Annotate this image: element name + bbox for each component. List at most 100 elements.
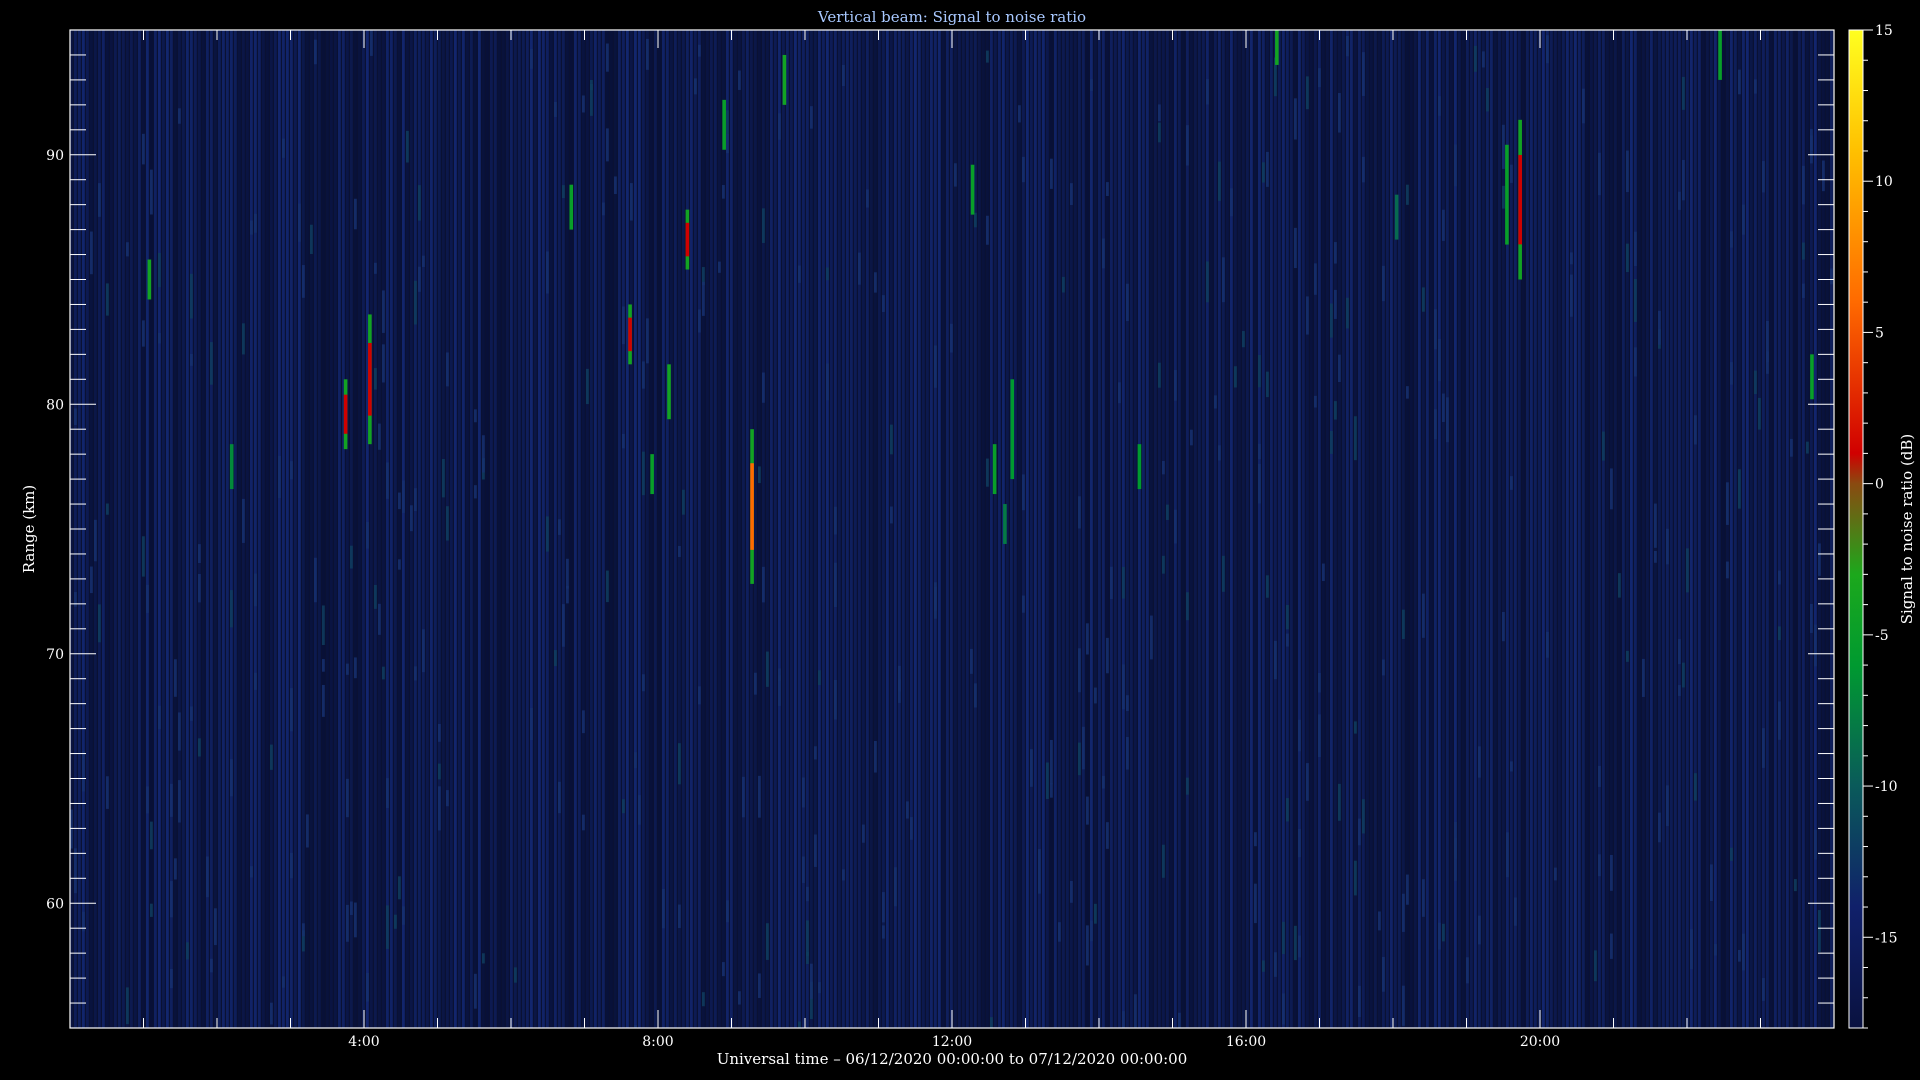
- noise-speckle: [1626, 150, 1629, 193]
- noise-speckle: [1362, 799, 1365, 834]
- noise-speckle: [890, 424, 893, 455]
- noise-speckle: [1814, 829, 1817, 860]
- noise-speckle: [198, 574, 201, 603]
- noise-column: [1442, 30, 1445, 1028]
- noise-column: [214, 30, 217, 1028]
- noise-speckle: [170, 881, 173, 918]
- noise-speckle: [986, 458, 989, 487]
- noise-speckle: [1222, 555, 1225, 592]
- noise-speckle: [1330, 303, 1333, 338]
- echo-segment: [1518, 119, 1522, 280]
- noise-column: [1170, 30, 1173, 1028]
- noise-column: [1142, 30, 1145, 1028]
- echo-segment: [1394, 194, 1399, 240]
- noise-speckle: [1282, 921, 1285, 955]
- noise-column: [870, 30, 873, 1028]
- noise-speckle: [402, 906, 405, 925]
- noise-speckle: [1354, 416, 1357, 461]
- noise-speckle: [278, 455, 281, 499]
- noise-column: [274, 30, 277, 1028]
- noise-speckle: [1642, 658, 1645, 697]
- noise-speckle: [1298, 935, 1301, 958]
- noise-column: [998, 30, 1001, 1028]
- noise-column: [1106, 30, 1109, 1028]
- noise-speckle: [474, 409, 477, 423]
- noise-column: [178, 30, 181, 1028]
- noise-speckle: [1626, 243, 1629, 273]
- noise-column: [438, 30, 441, 1028]
- colorbar-tick-label: -15: [1875, 930, 1898, 946]
- noise-speckle: [842, 869, 845, 881]
- noise-speckle: [1502, 185, 1505, 209]
- noise-speckle: [1742, 933, 1745, 971]
- noise-column: [1542, 30, 1545, 1028]
- noise-column: [1614, 30, 1617, 1028]
- noise-column: [858, 30, 861, 1028]
- noise-speckle: [1406, 184, 1409, 205]
- noise-speckle: [1422, 593, 1425, 638]
- noise-speckle: [718, 261, 721, 273]
- noise-speckle: [1594, 950, 1597, 982]
- noise-speckle: [806, 951, 809, 965]
- noise-column: [874, 30, 877, 1028]
- noise-speckle: [566, 585, 569, 604]
- noise-speckle: [1730, 847, 1733, 861]
- noise-column: [1366, 30, 1369, 1028]
- noise-column: [1782, 30, 1785, 1028]
- noise-speckle: [1554, 867, 1557, 881]
- noise-speckle: [1242, 331, 1245, 348]
- noise-speckle: [174, 858, 177, 880]
- noise-speckle: [758, 466, 761, 484]
- noise-column: [1290, 30, 1293, 1028]
- noise-column: [530, 30, 533, 1028]
- noise-speckle: [762, 208, 765, 243]
- noise-speckle: [1318, 68, 1321, 88]
- noise-column: [538, 30, 541, 1028]
- noise-column: [1426, 30, 1429, 1028]
- noise-speckle: [1678, 191, 1681, 210]
- noise-speckle: [354, 657, 357, 679]
- noise-speckle: [1570, 274, 1573, 317]
- noise-column: [1622, 30, 1625, 1028]
- noise-column: [758, 30, 761, 1028]
- noise-speckle: [1022, 156, 1025, 183]
- noise-speckle: [694, 78, 697, 95]
- noise-speckle: [386, 778, 389, 808]
- noise-column: [1590, 30, 1593, 1028]
- noise-speckle: [1162, 555, 1165, 574]
- noise-speckle: [1306, 296, 1309, 335]
- noise-speckle: [1022, 595, 1025, 613]
- noise-speckle: [802, 777, 805, 808]
- noise-speckle: [702, 281, 705, 316]
- noise-speckle: [178, 780, 181, 823]
- noise-column: [1430, 30, 1433, 1028]
- noise-column: [230, 30, 233, 1028]
- noise-speckle: [882, 295, 885, 312]
- noise-column: [1162, 30, 1165, 1028]
- noise-speckle: [1218, 161, 1221, 201]
- noise-speckle: [1262, 960, 1265, 972]
- noise-column: [162, 30, 165, 1028]
- noise-speckle: [934, 586, 937, 619]
- noise-speckle: [474, 973, 477, 1009]
- noise-speckle: [190, 273, 193, 319]
- noise-column: [1014, 30, 1017, 1028]
- noise-column: [110, 30, 113, 1028]
- noise-speckle: [1742, 204, 1745, 235]
- echo-segment-outer: [650, 454, 654, 495]
- noise-speckle: [158, 332, 161, 344]
- noise-column: [506, 30, 509, 1028]
- noise-speckle: [346, 904, 349, 942]
- noise-column: [1418, 30, 1421, 1028]
- noise-column: [662, 30, 665, 1028]
- noise-speckle: [1514, 897, 1517, 926]
- noise-column: [1526, 30, 1529, 1028]
- noise-column: [1578, 30, 1581, 1028]
- noise-column: [754, 30, 757, 1028]
- noise-column: [1338, 30, 1341, 1028]
- noise-column: [1618, 30, 1621, 1028]
- noise-column: [1274, 30, 1277, 1028]
- noise-speckle: [1478, 746, 1481, 778]
- noise-speckle: [1382, 265, 1385, 302]
- noise-column: [550, 30, 553, 1028]
